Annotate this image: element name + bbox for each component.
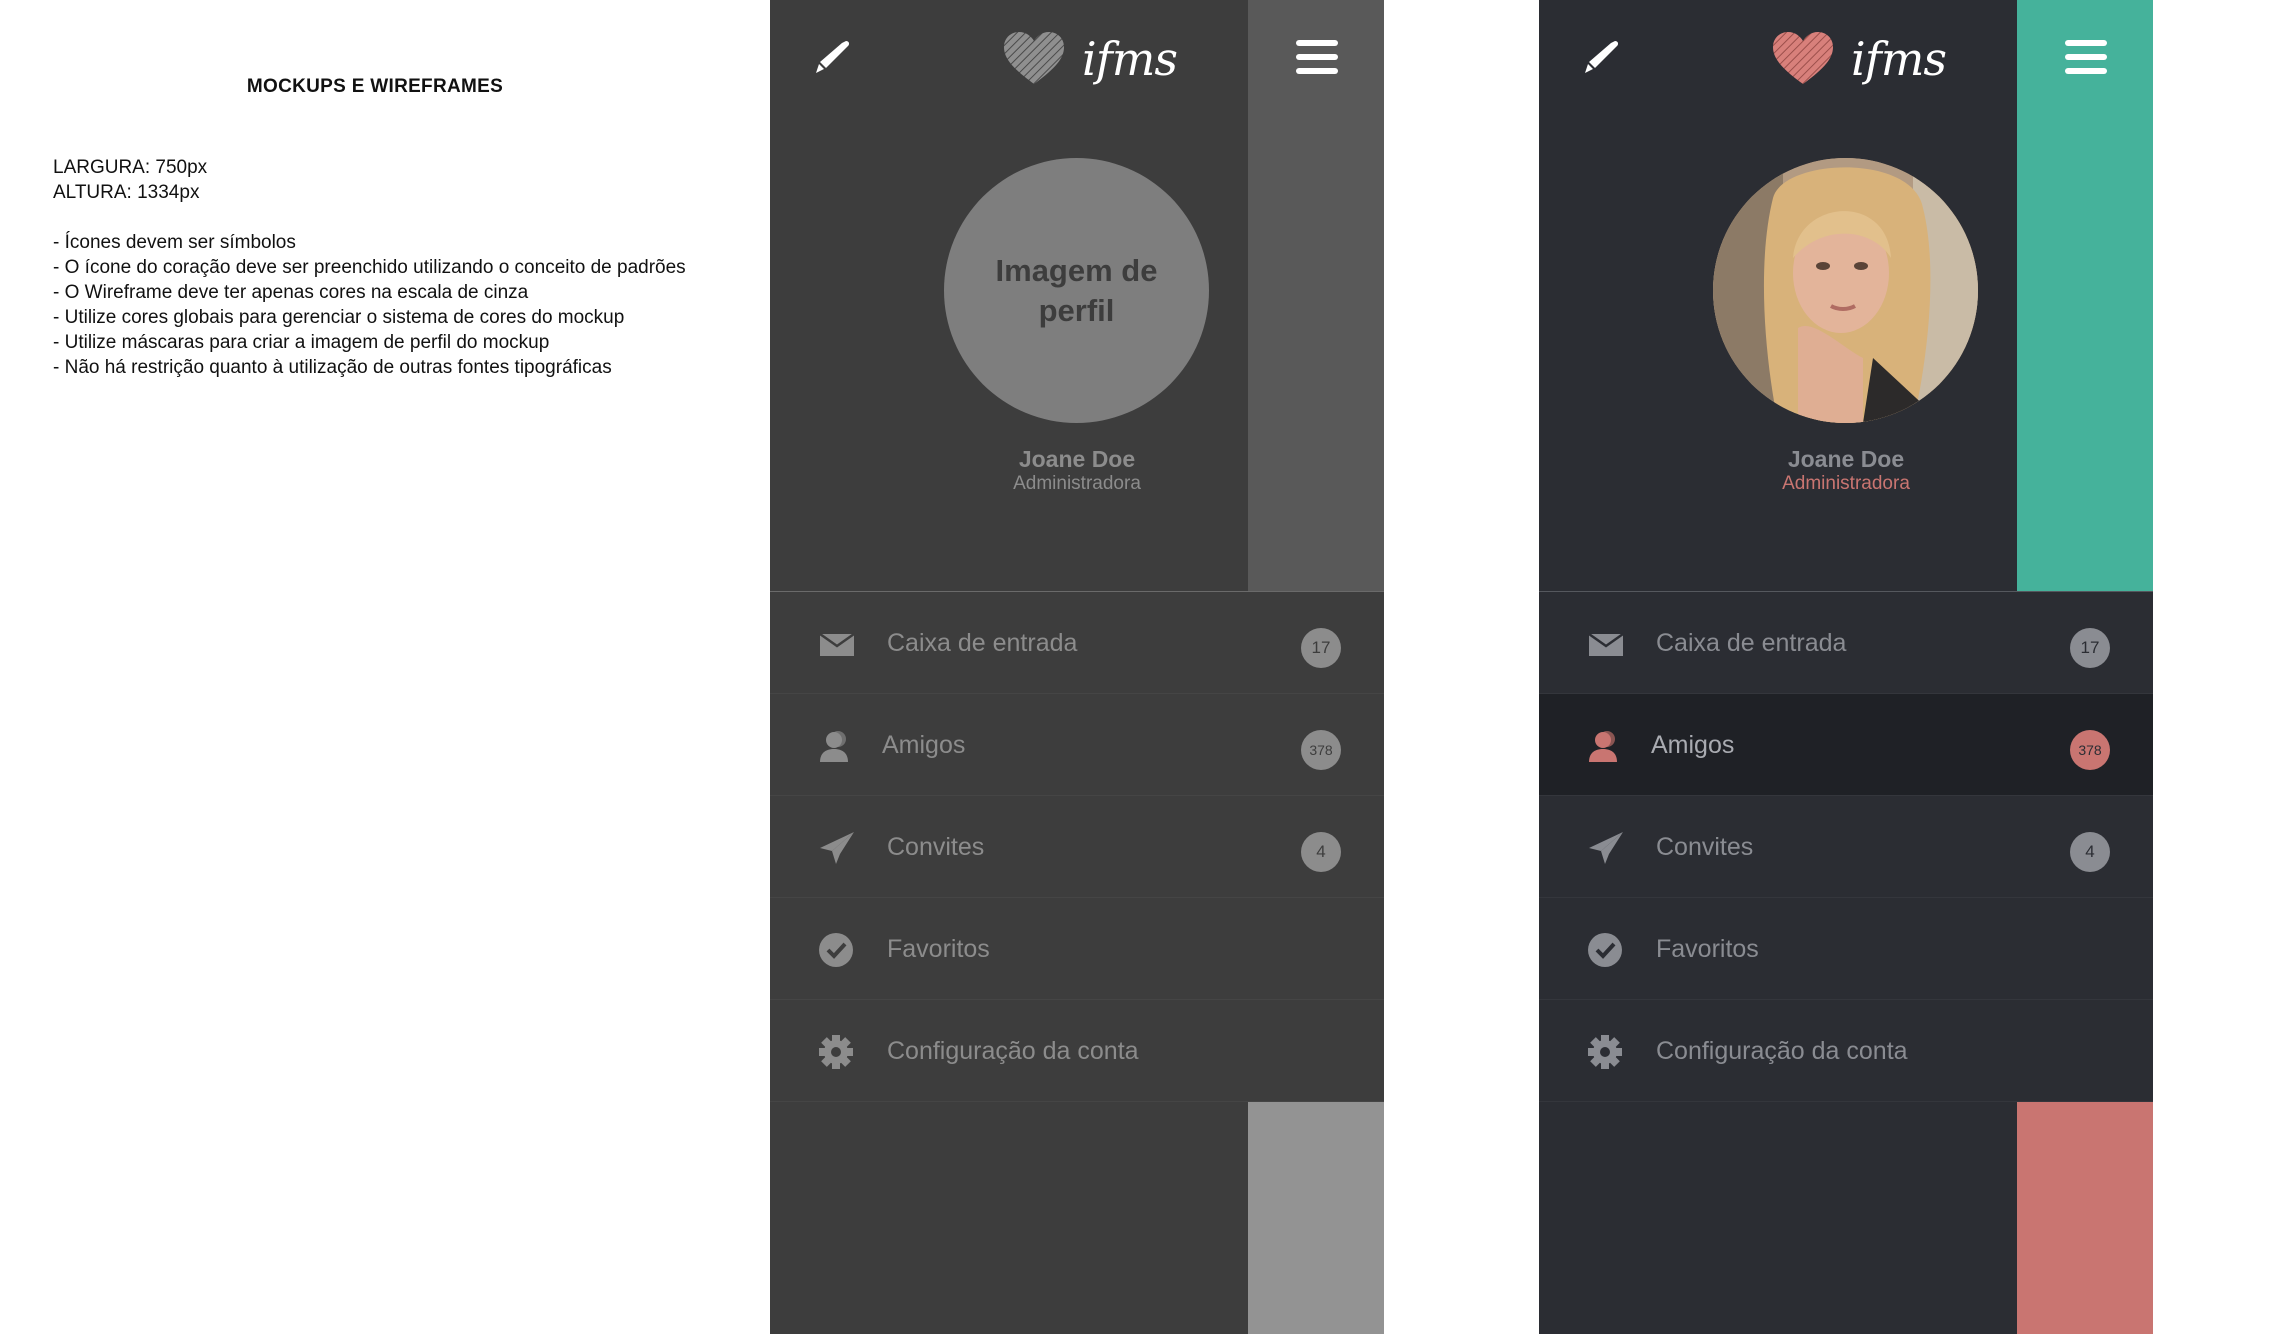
menu-item-label: Amigos (1651, 731, 1735, 759)
menu-item-label: Caixa de entrada (887, 629, 1078, 657)
notes-panel: MOCKUPS E WIREFRAMES LARGURA: 750px ALTU… (0, 0, 770, 1334)
menu-item-invites[interactable]: Convites 4 (770, 796, 1384, 898)
count-badge: 378 (1301, 730, 1341, 770)
height-label: ALTURA: 1334px (53, 182, 200, 203)
heart-icon (1773, 32, 1833, 84)
notes-item: - Utilize cores globais para gerenciar o… (53, 307, 625, 328)
menu-item-label: Amigos (882, 731, 966, 759)
menu-item-favorites[interactable]: Favoritos (1539, 898, 2153, 1000)
paper-plane-icon (820, 832, 854, 864)
notes-title: MOCKUPS E WIREFRAMES (246, 76, 504, 97)
count-badge: 17 (1301, 628, 1341, 668)
user-role: Administradora (1782, 473, 1910, 494)
hamburger-menu-icon[interactable] (1296, 40, 1338, 74)
check-circle-icon (1588, 933, 1622, 967)
menu-item-friends[interactable]: Amigos 378 (770, 694, 1384, 796)
count-badge: 17 (2070, 628, 2110, 668)
logo: ifms (1771, 30, 1947, 90)
gear-icon (819, 1035, 853, 1069)
menu-item-settings[interactable]: Configuração da conta (1539, 1000, 2153, 1102)
avatar-placeholder[interactable]: Imagem de perfil (944, 158, 1209, 423)
menu-item-friends[interactable]: Amigos 378 (1539, 694, 2153, 796)
heart-icon (1004, 32, 1064, 84)
menu-item-label: Favoritos (887, 935, 990, 963)
side-panel-top (1248, 0, 1384, 665)
menu-item-label: Configuração da conta (887, 1037, 1139, 1065)
menu-item-inbox[interactable]: Caixa de entrada 17 (770, 592, 1384, 694)
envelope-icon (819, 632, 855, 656)
user-name: Joane Doe (1018, 446, 1136, 472)
pencil-icon[interactable] (1581, 38, 1621, 78)
notes-item: - Não há restrição quanto à utilização d… (53, 357, 612, 378)
paper-plane-icon (1589, 832, 1623, 864)
menu-item-settings[interactable]: Configuração da conta (770, 1000, 1384, 1102)
avatar-placeholder-text: Imagem de perfil (995, 252, 1158, 328)
notes-item: - O ícone do coração deve ser preenchido… (53, 257, 686, 278)
menu-item-label: Caixa de entrada (1656, 629, 1847, 657)
notes-item: - O Wireframe deve ter apenas cores na e… (53, 282, 529, 303)
logo-text: ifms (1082, 32, 1178, 86)
menu-item-label: Convites (1656, 833, 1754, 861)
avatar-photo[interactable] (1713, 158, 1978, 423)
nav-menu: Caixa de entrada 17 Amigos 378 Convites … (1539, 591, 2153, 1102)
menu-item-invites[interactable]: Convites 4 (1539, 796, 2153, 898)
user-name: Joane Doe (1787, 446, 1905, 472)
notes-dimensions: LARGURA: 750px ALTURA: 1334px (53, 155, 207, 205)
envelope-icon (1588, 632, 1624, 656)
profile-photo (1713, 158, 1978, 423)
logo-text: ifms (1851, 32, 1947, 86)
menu-item-inbox[interactable]: Caixa de entrada 17 (1539, 592, 2153, 694)
menu-item-label: Configuração da conta (1656, 1037, 1908, 1065)
notes-list: - Ícones devem ser símbolos - O ícone do… (53, 230, 686, 380)
menu-item-label: Convites (887, 833, 985, 861)
count-badge: 4 (2070, 832, 2110, 872)
nav-menu: Caixa de entrada 17 Amigos 378 Convites … (770, 591, 1384, 1102)
notes-item: - Utilize máscaras para criar a imagem d… (53, 332, 550, 353)
check-circle-icon (819, 933, 853, 967)
logo: ifms (1002, 30, 1178, 90)
width-label: LARGURA: 750px (53, 157, 208, 178)
count-badge: 378 (2070, 730, 2110, 770)
side-panel-top (2017, 0, 2153, 665)
pencil-icon[interactable] (812, 38, 852, 78)
menu-item-favorites[interactable]: Favoritos (770, 898, 1384, 1000)
mockup-screen: ifms Joane Doe Administradora Caixa de e… (1539, 0, 2153, 1334)
hamburger-menu-icon[interactable] (2065, 40, 2107, 74)
count-badge: 4 (1301, 832, 1341, 872)
menu-item-label: Favoritos (1656, 935, 1759, 963)
notes-item: - Ícones devem ser símbolos (53, 232, 296, 253)
user-icon (820, 731, 848, 762)
user-icon (1589, 731, 1617, 762)
user-role: Administradora (1013, 473, 1141, 494)
wireframe-screen: ifms Imagem de perfil Joane Doe Administ… (770, 0, 1384, 1334)
gear-icon (1588, 1035, 1622, 1069)
